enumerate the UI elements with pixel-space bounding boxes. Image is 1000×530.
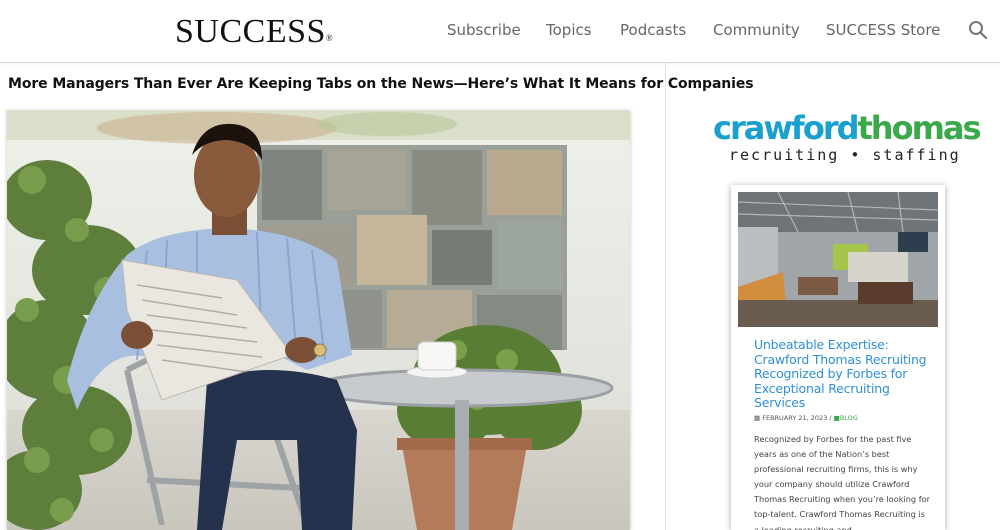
article-headline[interactable]: More Managers Than Ever Are Keeping Tabs…: [8, 76, 754, 92]
column-divider: [665, 63, 666, 530]
ad-card[interactable]: Unbeatable Expertise: Crawford Thomas Re…: [731, 185, 945, 530]
nav-success-store[interactable]: SUCCESS Store: [826, 21, 940, 39]
office-photo: [738, 192, 938, 327]
ad-card-title[interactable]: Unbeatable Expertise: Crawford Thomas Re…: [754, 337, 934, 411]
logo-tagline: recruiting • staffing: [729, 146, 961, 164]
nav-community[interactable]: Community: [713, 21, 800, 39]
search-icon[interactable]: [967, 19, 989, 41]
ad-card-excerpt: Recognized by Forbes for the past five y…: [754, 434, 930, 530]
site-header: SUCCESS® Subscribe Topics Podcasts Commu…: [0, 0, 1000, 63]
site-logo[interactable]: SUCCESS®: [175, 12, 333, 52]
nav-topics[interactable]: Topics: [546, 21, 592, 39]
calendar-icon: ▦: [754, 414, 763, 422]
nav-subscribe[interactable]: Subscribe: [447, 21, 521, 39]
crawford-thomas-logo[interactable]: crawfordthomas recruiting • staffing: [713, 110, 982, 170]
article-hero-image: [7, 110, 630, 530]
ad-card-meta: ▦ FEBRUARY 21, 2023 / ■BLOG: [754, 414, 858, 422]
ad-card-category[interactable]: BLOG: [840, 414, 858, 422]
nav-podcasts[interactable]: Podcasts: [620, 21, 686, 39]
